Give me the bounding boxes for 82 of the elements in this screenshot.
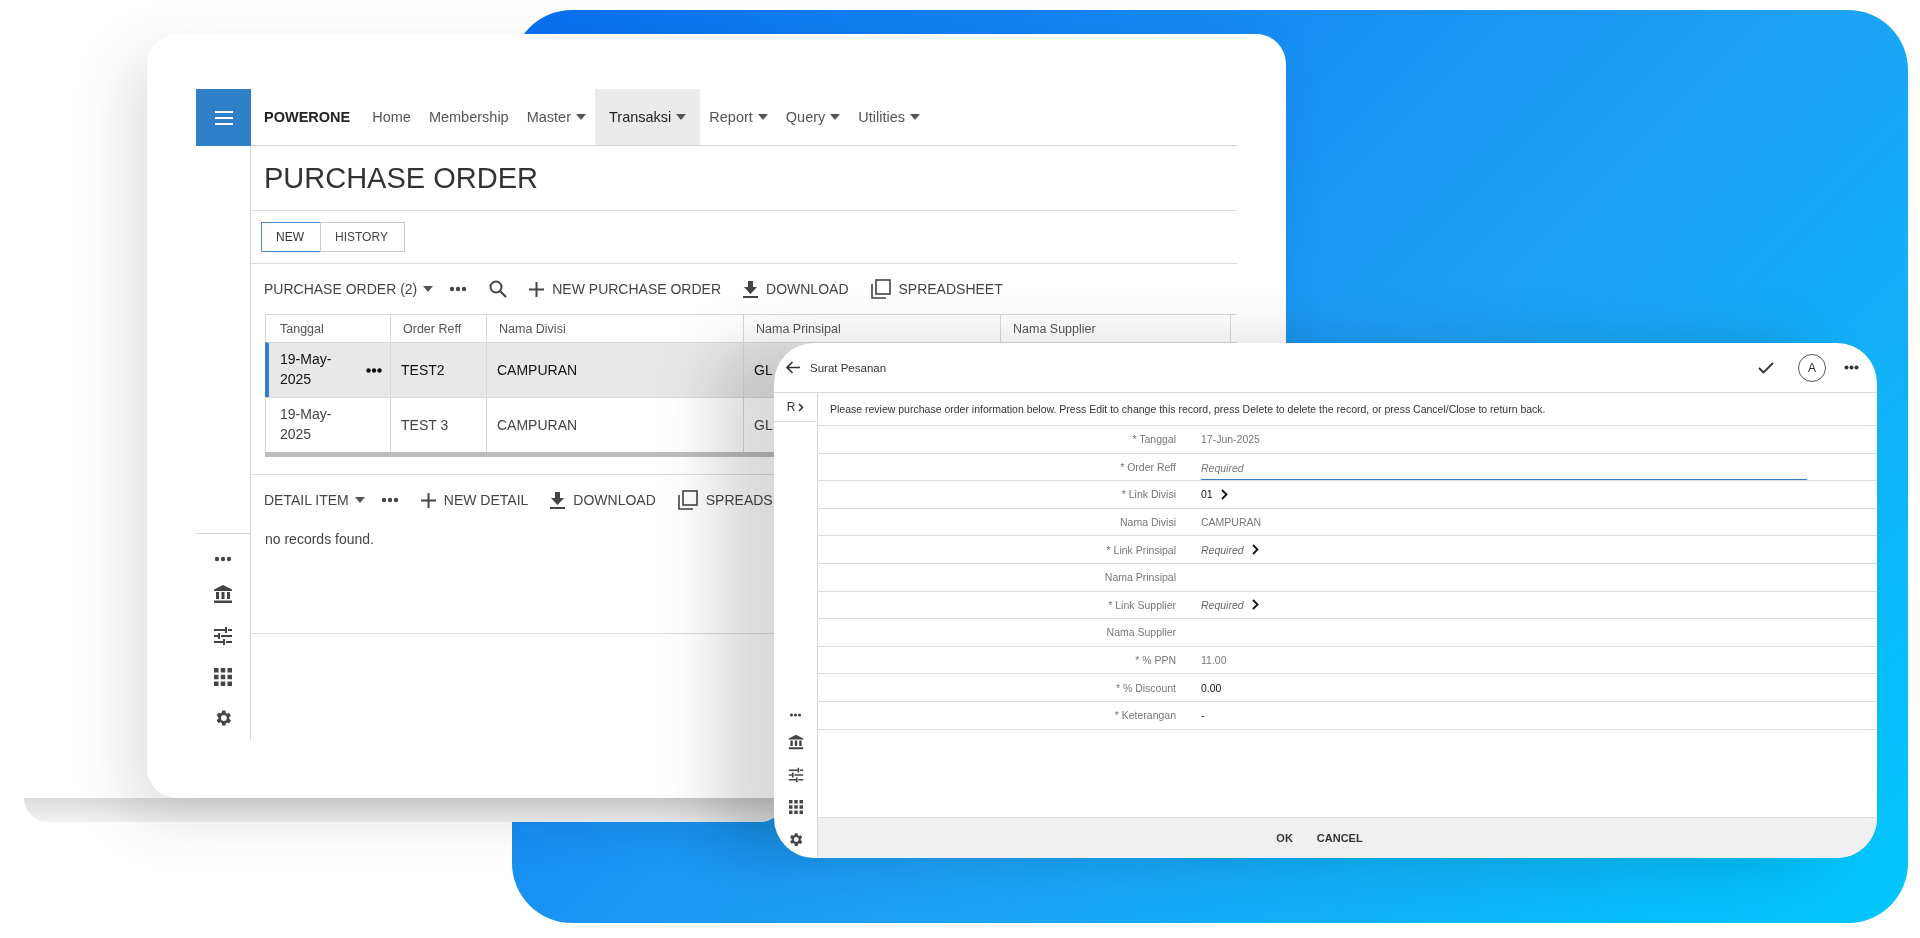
download-button[interactable]: DOWNLOAD xyxy=(743,280,849,298)
field-label: Nama Prinsipal xyxy=(1103,571,1176,584)
checkmark-icon[interactable] xyxy=(1758,361,1774,374)
table-cell-text: 19-May-2025 xyxy=(280,405,333,444)
spreadsheet-button[interactable]: SPREADSHEET xyxy=(870,279,1003,299)
field-label: * Link Divisi xyxy=(1120,488,1176,501)
back-arrow-icon[interactable] xyxy=(786,361,800,374)
more-icon[interactable] xyxy=(789,713,802,717)
add-button[interactable]: NEW DETAIL xyxy=(420,492,529,508)
field-label: * % Discount xyxy=(1114,681,1176,694)
field-label: * Link Supplier xyxy=(1107,598,1176,611)
spreadsheet-button[interactable]: SPREADS xyxy=(677,490,773,510)
field-label: * Link Prinsipal xyxy=(1105,543,1176,556)
table-cell: TEST 3 xyxy=(401,417,449,433)
plus-icon xyxy=(529,281,545,297)
nav-item[interactable]: Transaksi xyxy=(595,89,701,145)
download-icon xyxy=(550,491,566,509)
grid-icon[interactable] xyxy=(788,800,803,814)
lookup-link[interactable]: Required xyxy=(1201,598,1259,611)
sliders-icon[interactable] xyxy=(787,767,804,783)
empty-message: no records found. xyxy=(265,531,374,547)
chevron-icon xyxy=(798,402,805,412)
grid-icon[interactable] xyxy=(214,668,232,686)
field-value: CAMPURAN xyxy=(1201,516,1262,529)
rail-toggle[interactable]: R xyxy=(774,393,817,422)
more-icon[interactable] xyxy=(380,497,399,503)
field-label: * Keterangan xyxy=(1113,709,1176,722)
field-label: Nama Supplier xyxy=(1105,626,1176,639)
nav-item[interactable]: Membership xyxy=(419,89,518,145)
table-cell: CAMPURAN xyxy=(497,362,578,378)
table-cell: TEST2 xyxy=(401,362,445,378)
menu-button[interactable] xyxy=(196,89,251,146)
table-cell: GL xyxy=(754,417,773,433)
step-tab[interactable]: HISTORY xyxy=(320,222,405,252)
more-icon[interactable] xyxy=(214,556,232,562)
download-icon xyxy=(743,280,759,298)
dialog-title: Surat Pesanan xyxy=(810,361,887,374)
field-label: * % PPN xyxy=(1134,654,1176,667)
instruction-text: Please review purchase order information below. Press Edit to change this record, press Delete to delete the record, or press Cancel/Close to return back. xyxy=(830,403,1546,415)
field-label: * Order Reff xyxy=(1119,460,1176,473)
table-cell: GL xyxy=(754,362,773,378)
settings-icon[interactable] xyxy=(787,831,804,848)
avatar[interactable]: A xyxy=(1798,353,1826,382)
caret-icon xyxy=(423,286,434,292)
field-label: Nama Divisi xyxy=(1119,516,1176,529)
nav-item[interactable]: Utilities xyxy=(849,89,930,145)
nav-item[interactable]: Master xyxy=(517,89,595,145)
bank-icon[interactable] xyxy=(213,584,233,604)
cancel-button[interactable]: CANCEL xyxy=(1310,828,1369,848)
download-button[interactable]: DOWNLOAD xyxy=(550,491,656,509)
table-cell-text: 19-May-2025 xyxy=(280,350,333,389)
more-icon[interactable] xyxy=(1844,365,1859,370)
field-value: 11.00 xyxy=(1201,654,1227,667)
more-icon[interactable] xyxy=(366,367,382,373)
sliders-icon[interactable] xyxy=(213,626,233,646)
nav-item[interactable]: Home xyxy=(363,89,420,145)
lookup-link[interactable]: Required xyxy=(1201,543,1259,556)
chevron-icon xyxy=(1251,599,1259,611)
copy-icon xyxy=(870,279,891,299)
nav-item[interactable]: Report xyxy=(700,89,777,145)
nav-item[interactable]: Query xyxy=(776,89,850,145)
table-cell: CAMPURAN xyxy=(497,417,578,433)
menu-icon xyxy=(214,110,233,125)
brand-name: POWERONE xyxy=(263,109,352,125)
chevron-icon xyxy=(1220,489,1228,500)
more-icon[interactable] xyxy=(449,286,468,292)
step-tab[interactable]: NEW xyxy=(261,222,321,252)
lookup-link[interactable]: 01 xyxy=(1201,488,1228,501)
ok-button[interactable]: OK xyxy=(1270,828,1299,848)
page-title: PURCHASE ORDER xyxy=(264,161,538,195)
list-title-dropdown[interactable]: PURCHASE ORDER (2) xyxy=(264,281,434,297)
copy-icon xyxy=(677,490,698,510)
field-value: 17-Jun-2025 xyxy=(1201,433,1260,446)
plus-icon xyxy=(420,492,436,508)
caret-icon xyxy=(354,497,365,503)
search-icon[interactable] xyxy=(489,280,508,298)
bank-icon[interactable] xyxy=(787,734,804,750)
chevron-icon xyxy=(1251,544,1259,556)
list-title-dropdown[interactable]: DETAIL ITEM xyxy=(264,492,365,508)
field-value[interactable]: 0.00 xyxy=(1201,681,1222,694)
add-button[interactable]: NEW PURCHASE ORDER xyxy=(529,281,722,297)
field-label: * Tanggal xyxy=(1131,433,1176,446)
